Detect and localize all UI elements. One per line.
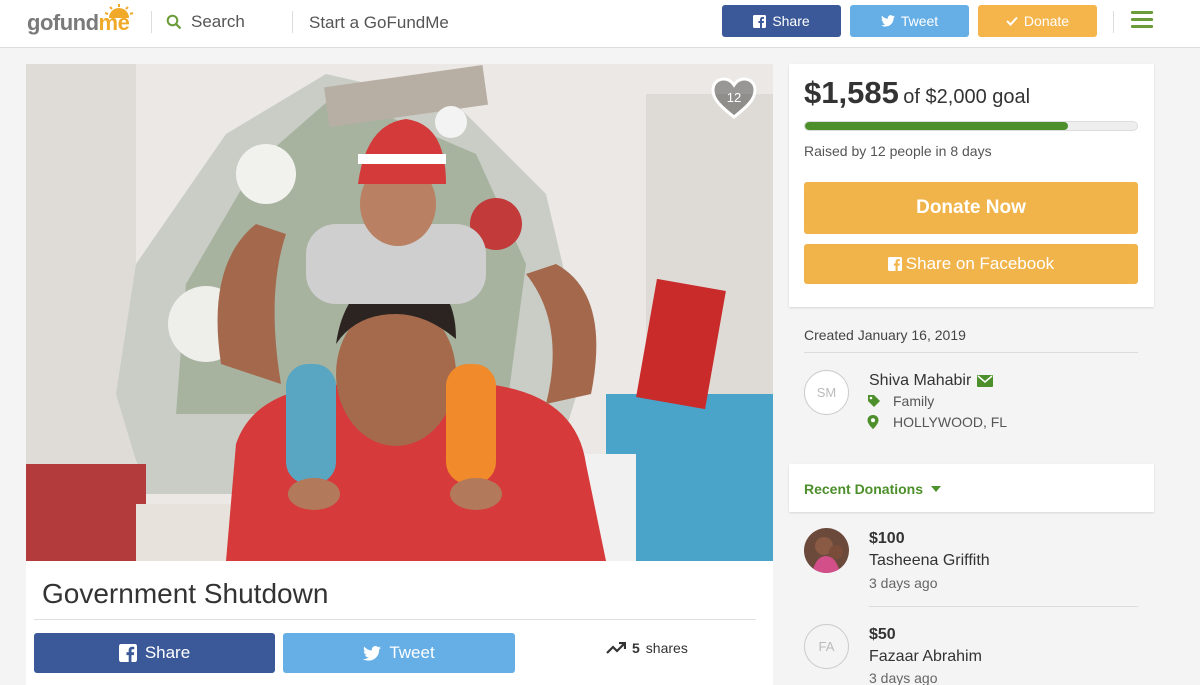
header-divider — [1113, 11, 1114, 33]
raised-amount: $1,585 — [804, 75, 899, 110]
donation-time: 3 days ago — [869, 670, 938, 685]
top-header: gofundme Search Start a GoFundMe Share T… — [0, 0, 1200, 48]
donation-time: 3 days ago — [869, 575, 938, 591]
trending-up-icon — [606, 642, 626, 654]
title-divider — [34, 619, 756, 620]
organizer-location: HOLLYWOOD, FL — [893, 414, 1008, 430]
funding-card: $1,585 of $2,000 goal Raised by 12 peopl… — [789, 64, 1154, 307]
facebook-icon — [887, 257, 902, 271]
goal-text: of $2,000 goal — [903, 86, 1031, 108]
organizer-location-row: HOLLYWOOD, FL — [867, 414, 1007, 430]
raised-summary: $1,585 of $2,000 goal — [804, 75, 1030, 111]
shares-count: 5 — [632, 640, 640, 656]
location-pin-icon — [867, 415, 879, 429]
created-date: Created January 16, 2019 — [804, 327, 966, 343]
donation-divider — [869, 606, 1138, 607]
campaign-tweet-button[interactable]: Tweet — [283, 633, 515, 673]
twitter-icon — [880, 15, 895, 27]
donor-avatar: FA — [804, 624, 849, 669]
twitter-icon — [363, 645, 382, 661]
gofundme-logo[interactable]: gofundme — [27, 4, 135, 40]
organizer-category-row: Family — [867, 393, 934, 409]
campaign-card: 12 Government Shutdown Share Tweet 5 sha… — [26, 64, 773, 685]
envelope-icon[interactable] — [977, 375, 994, 387]
share-on-facebook-label: Share on Facebook — [905, 254, 1055, 273]
share-on-facebook-button[interactable]: Share on Facebook — [804, 244, 1138, 284]
caret-down-icon — [931, 486, 942, 492]
header-divider — [151, 11, 152, 33]
organizer-name[interactable]: Shiva Mahabir — [869, 372, 971, 390]
donate-now-button[interactable]: Donate Now — [804, 182, 1138, 234]
search-icon — [166, 14, 182, 30]
recent-donations-header[interactable]: Recent Donations — [789, 464, 1154, 512]
raised-by-text: Raised by 12 people in 8 days — [804, 143, 992, 159]
header-tweet-button[interactable]: Tweet — [850, 5, 969, 37]
funding-progress-fill — [805, 122, 1069, 130]
facebook-icon — [753, 14, 767, 28]
donation-amount: $50 — [869, 626, 896, 643]
created-divider — [804, 352, 1138, 353]
recent-donations-label: Recent Donations — [804, 481, 924, 497]
donor-avatar — [804, 528, 849, 573]
campaign-share-label: Share — [144, 643, 191, 662]
father-and-baby-photo — [26, 64, 773, 561]
hamburger-menu-icon[interactable] — [1131, 11, 1153, 29]
checkmark-icon — [1006, 16, 1018, 26]
facebook-icon — [118, 644, 137, 662]
recent-donations-dropdown[interactable]: Recent Donations — [804, 481, 942, 497]
donor-name: Fazaar Abrahim — [869, 648, 982, 665]
donor-name: Tasheena Griffith — [869, 552, 990, 569]
campaign-photo — [26, 64, 773, 561]
campaign-share-button[interactable]: Share — [34, 633, 275, 673]
heart-count: 12 — [726, 90, 742, 105]
organizer-avatar: SM — [804, 370, 849, 415]
donor-photo — [804, 528, 849, 573]
donation-amount: $100 — [869, 530, 905, 547]
shares-word: shares — [645, 640, 688, 656]
header-donate-button[interactable]: Donate — [978, 5, 1097, 37]
search-link[interactable]: Search — [166, 12, 245, 32]
organizer-category[interactable]: Family — [893, 393, 934, 409]
campaign-tweet-label: Tweet — [389, 643, 435, 662]
funding-progress-bar — [804, 121, 1138, 131]
header-share-label: Share — [772, 13, 810, 29]
start-gofundme-link[interactable]: Start a GoFundMe — [309, 13, 449, 33]
header-tweet-label: Tweet — [900, 13, 939, 29]
campaign-title: Government Shutdown — [42, 578, 329, 609]
header-divider — [292, 11, 293, 33]
header-donate-label: Donate — [1023, 13, 1070, 29]
search-label: Search — [191, 12, 245, 31]
organizer-name-row: Shiva Mahabir — [869, 372, 994, 390]
logo-wordmark: gofundme — [27, 10, 130, 35]
tag-icon — [868, 395, 880, 407]
header-share-button[interactable]: Share — [722, 5, 841, 37]
shares-counter: 5 shares — [606, 640, 688, 656]
